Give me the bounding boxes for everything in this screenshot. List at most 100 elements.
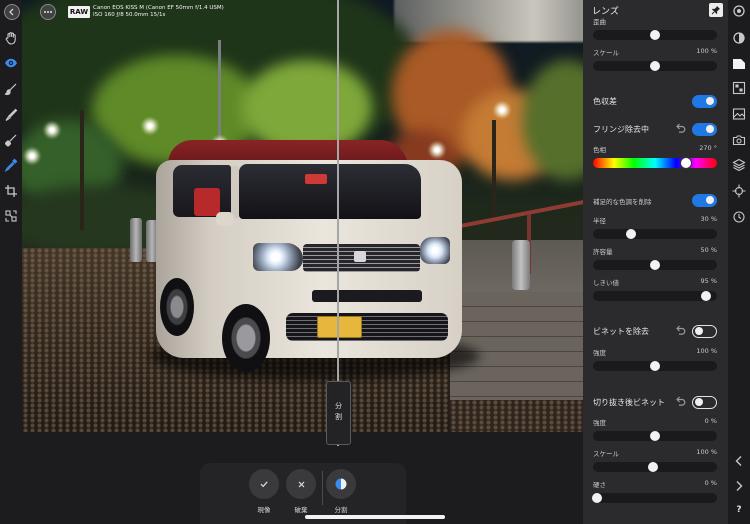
history-icon[interactable] [732, 210, 746, 224]
photo-light [42, 120, 62, 140]
layers-icon[interactable] [732, 158, 746, 172]
reset-arrow-icon[interactable] [675, 396, 686, 407]
discard-button[interactable] [286, 469, 316, 499]
distortion-slider[interactable] [593, 30, 717, 40]
crop-icon[interactable] [4, 184, 18, 198]
post-crop-scale-slider-knob[interactable] [647, 462, 658, 472]
scale-slider[interactable] [593, 61, 717, 71]
brush-icon[interactable] [4, 82, 18, 96]
tolerance-slider[interactable] [593, 260, 717, 270]
tone-icon[interactable] [732, 31, 746, 45]
car-windshield [239, 164, 421, 219]
split-view-label: 分割 [334, 506, 348, 514]
post-crop-hardness-slider[interactable] [591, 493, 717, 503]
car-license-plate [317, 316, 362, 338]
threshold-slider[interactable] [593, 291, 717, 301]
vignette-strength-slider-knob[interactable] [650, 361, 660, 371]
radius-label: 半径 [593, 217, 606, 225]
eyedropper-icon[interactable] [4, 158, 18, 172]
scale-slider-knob[interactable] [650, 61, 660, 71]
radius-value: 30 % [700, 215, 717, 223]
car-headlight [420, 237, 450, 264]
image-icon[interactable] [732, 107, 746, 121]
tolerance-label: 許容量 [593, 248, 613, 256]
split-view-icon [335, 478, 347, 490]
crosshair-icon[interactable] [732, 184, 746, 198]
eraser-brush-icon[interactable] [4, 108, 18, 122]
hue-value: 270 ° [699, 144, 717, 152]
eye-icon[interactable] [4, 56, 18, 70]
color-wheel-icon[interactable] [732, 4, 746, 18]
post-crop-scale-slider[interactable] [593, 462, 717, 472]
vignette-strength-slider[interactable] [593, 361, 717, 371]
distortion-slider-knob[interactable] [650, 30, 660, 40]
post-crop-hardness-label: 硬さ [593, 481, 606, 489]
split-handle[interactable]: 分割 [326, 381, 351, 445]
post-crop-hardness-slider-knob[interactable] [591, 493, 602, 503]
chromatic-aberration-toggle[interactable] [692, 95, 717, 108]
lens-icon[interactable] [732, 57, 746, 71]
more-button[interactable] [40, 4, 56, 20]
reset-arrow-icon[interactable] [675, 325, 686, 336]
car-mirror [216, 212, 234, 226]
threshold-value: 95 % [700, 277, 717, 285]
photo-light [427, 140, 447, 160]
scale-label: スケール [593, 49, 619, 57]
car-emblem [354, 251, 366, 262]
hue-label: 色相 [593, 146, 606, 154]
split-divider-line[interactable] [337, 0, 339, 446]
threshold-label: しきい値 [593, 279, 619, 287]
split-view-button[interactable] [326, 469, 356, 499]
camera-info: Canon EOS KISS M (Canon EF 50mm f/1.4 US… [93, 5, 224, 19]
vignette-strength-label: 強度 [593, 349, 606, 357]
develop-button[interactable] [249, 469, 279, 499]
tool-strip [0, 0, 22, 524]
camera-icon[interactable] [732, 133, 746, 147]
gradient-brush-icon[interactable] [4, 133, 18, 147]
post-crop-strength-value: 0 % [704, 417, 717, 425]
chevron-right-icon[interactable] [732, 479, 746, 493]
chevron-left-icon[interactable] [732, 454, 746, 468]
reset-arrow-icon[interactable] [675, 123, 686, 134]
remove-complementary-label: 補足的な色調を削除 [593, 198, 652, 206]
check-icon [260, 481, 268, 488]
defringe-toggle[interactable] [692, 123, 717, 136]
help-button[interactable]: ? [732, 505, 746, 515]
develop-label: 現像 [257, 506, 271, 514]
post-crop-strength-slider-knob[interactable] [650, 431, 660, 441]
pin-button[interactable] [709, 3, 723, 17]
photo-light [492, 100, 512, 120]
home-indicator[interactable] [305, 515, 445, 519]
threshold-slider-knob[interactable] [700, 291, 711, 301]
car-wheel-rear [160, 278, 194, 336]
photo-canvas[interactable] [22, 0, 583, 432]
hand-icon[interactable] [4, 31, 18, 45]
photo-tree-trunk [492, 120, 496, 230]
post-crop-vignette-label: 切り抜き後ビネット [593, 398, 665, 407]
remove-vignette-toggle[interactable] [692, 325, 717, 338]
post-crop-scale-value: 100 % [696, 448, 717, 456]
scale-value: 100 % [696, 47, 717, 55]
radius-slider[interactable] [593, 229, 717, 239]
details-icon[interactable] [732, 81, 746, 95]
split-handle-label: 分割 [334, 402, 343, 424]
red-eye-icon[interactable] [4, 209, 18, 223]
distortion-label: 歪曲 [593, 18, 606, 26]
post-crop-strength-slider[interactable] [593, 431, 717, 441]
photo-stone-wall [450, 292, 583, 400]
radius-slider-knob[interactable] [626, 229, 637, 239]
hue-slider[interactable] [593, 157, 717, 169]
tolerance-slider-knob[interactable] [650, 260, 660, 270]
photo-bollard [512, 240, 530, 290]
post-crop-strength-label: 強度 [593, 419, 606, 427]
remove-complementary-toggle[interactable] [692, 194, 717, 207]
back-button[interactable] [4, 4, 20, 20]
more-dots-icon [44, 11, 52, 13]
photo-ground [450, 400, 583, 432]
vignette-strength-value: 100 % [696, 347, 717, 355]
post-crop-vignette-toggle[interactable] [692, 396, 717, 409]
hue-slider-knob[interactable] [680, 157, 692, 169]
toolbar-separator [322, 471, 323, 505]
post-crop-hardness-value: 0 % [704, 479, 717, 487]
photo-light [22, 146, 42, 166]
